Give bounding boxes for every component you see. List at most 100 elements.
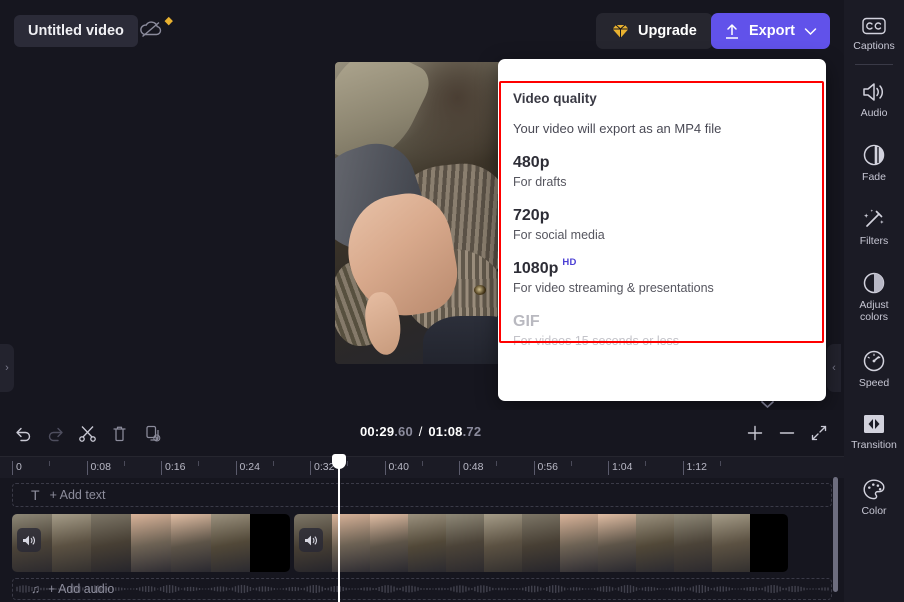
contrast-icon [862,271,886,295]
clip-thumbnail [560,514,598,572]
delete-button[interactable] [104,418,134,448]
collapse-right-panel-button[interactable]: ‹ [827,344,841,392]
chevron-down-icon [804,27,817,36]
video-clip[interactable] [294,514,788,572]
time-separator: / [414,424,427,439]
project-title[interactable]: Untitled video [14,15,138,47]
sidebar-divider [855,64,893,66]
sidebar-item-label: Fade [862,171,886,184]
speaker-icon[interactable] [299,528,323,552]
sidebar-item-audio[interactable]: Audio [844,75,904,125]
sidebar-item-transition[interactable]: Transition [844,407,904,457]
audio-waveform [16,584,829,594]
sidebar-item-color[interactable]: Color [844,472,904,523]
add-text-track[interactable]: T + Add text [12,483,832,507]
timeline-tracks: T + Add text ♫ + Add audio [0,478,844,602]
music-note-icon: ♫ [31,582,40,596]
sidebar-item-label: Transition [851,439,897,452]
quality-description: For social media [513,228,605,242]
ruler-tick-label: 0:16 [165,461,186,473]
clip-thumbnails [12,514,290,572]
quality-description: For video streaming & presentations [513,281,714,295]
speedometer-icon [862,349,886,373]
clip-thumbnail [598,514,636,572]
upgrade-button[interactable]: Upgrade [596,13,713,49]
sidebar-item-adjust-colors[interactable]: Adjust colors [844,265,904,329]
sidebar-item-fade[interactable]: Fade [844,137,904,189]
redo-button[interactable] [40,418,70,448]
cloud-off-icon[interactable]: ◆ [139,15,175,48]
quality-option-720p[interactable]: 720p For social media [513,207,811,242]
video-editor-app: Untitled video ◆ Upgrade Export › ‹ Vide… [0,0,904,602]
ruler-tick-label: 0:48 [463,461,484,473]
quality-option-480p[interactable]: 480p For drafts [513,154,811,189]
clip-thumbnail [370,514,408,572]
upload-icon [724,23,740,40]
undo-button[interactable] [8,418,38,448]
clip-thumbnail [91,514,132,572]
video-clip[interactable] [12,514,290,572]
video-quality-heading: Video quality [513,91,597,106]
sidebar-item-label: Captions [853,40,895,52]
timeline-vertical-scrollbar[interactable] [833,477,838,592]
export-quality-dropdown[interactable]: Video quality Your video will export as … [498,59,826,401]
current-time-minor: .60 [394,424,413,439]
clip-thumbnail [131,514,171,572]
ruler-minor-tick [347,461,349,466]
zoom-in-button[interactable] [740,418,770,448]
add-audio-label: + Add audio [48,582,115,596]
playhead[interactable] [332,454,346,602]
clip-thumbnail [408,514,446,572]
quality-option-1080p[interactable]: 1080p HD For video streaming & presentat… [513,257,811,295]
timeline-ruler[interactable]: 0 0:08 0:16 0:24 0:32 0:40 0:48 0:56 1:04 1:12 [0,456,844,478]
sidebar-item-label: Filters [859,235,889,248]
export-label: Export [749,23,795,39]
clip-thumbnail [446,514,484,572]
text-icon: T [31,487,40,503]
sidebar-item-captions[interactable]: Captions [844,10,904,58]
ruler-minor-tick [645,461,647,466]
sidebar-item-speed[interactable]: Speed [844,343,904,395]
palette-icon [862,478,886,501]
clip-thumbnail [712,514,750,572]
split-button[interactable] [72,418,102,448]
zoom-out-button[interactable] [772,418,802,448]
sidebar-item-label: Adjust colors [859,299,889,324]
export-format-note: Your video will export as an MP4 file [513,121,722,136]
duplicate-button[interactable] [138,418,168,448]
quality-label: 1080p [513,260,559,277]
collapse-preview-chevron-icon[interactable] [760,400,775,409]
expand-left-panel-button[interactable]: › [0,344,14,392]
quality-label: 720p [513,207,550,224]
ruler-tick-label: 0:40 [388,461,409,473]
ruler-minor-tick [496,461,498,466]
playhead-handle[interactable] [332,454,346,469]
clip-thumbnail [210,514,251,572]
speaker-icon [861,81,887,103]
video-preview[interactable] [335,62,505,364]
speaker-icon[interactable] [17,528,41,552]
sidebar-item-label: Audio [860,107,888,120]
add-audio-track[interactable]: ♫ + Add audio [12,578,832,600]
premium-diamond-icon: ◆ [164,15,173,27]
transition-icon [862,413,886,435]
clip-thumbnail [636,514,674,572]
quality-description: For drafts [513,175,567,189]
quality-option-gif[interactable]: GIF For videos 15 seconds or less [513,313,811,348]
add-text-label: + Add text [49,488,106,502]
ruler-tick-label: 0:24 [239,461,260,473]
ruler-tick-label: 1:12 [686,461,707,473]
current-time-major: 00:29 [360,424,395,439]
diamond-icon [612,24,629,39]
clip-thumbnail [674,514,712,572]
fit-to-screen-button[interactable] [804,418,834,448]
clip-thumbnail [750,514,788,572]
clip-thumbnail [522,514,560,572]
sidebar-item-filters[interactable]: Filters [844,201,904,253]
upgrade-label: Upgrade [638,23,697,39]
sidebar-item-label: Color [861,504,887,517]
ruler-minor-tick [49,461,51,466]
export-button[interactable]: Export [711,13,830,49]
ruler-minor-tick [421,461,423,466]
clip-thumbnail [170,514,211,572]
